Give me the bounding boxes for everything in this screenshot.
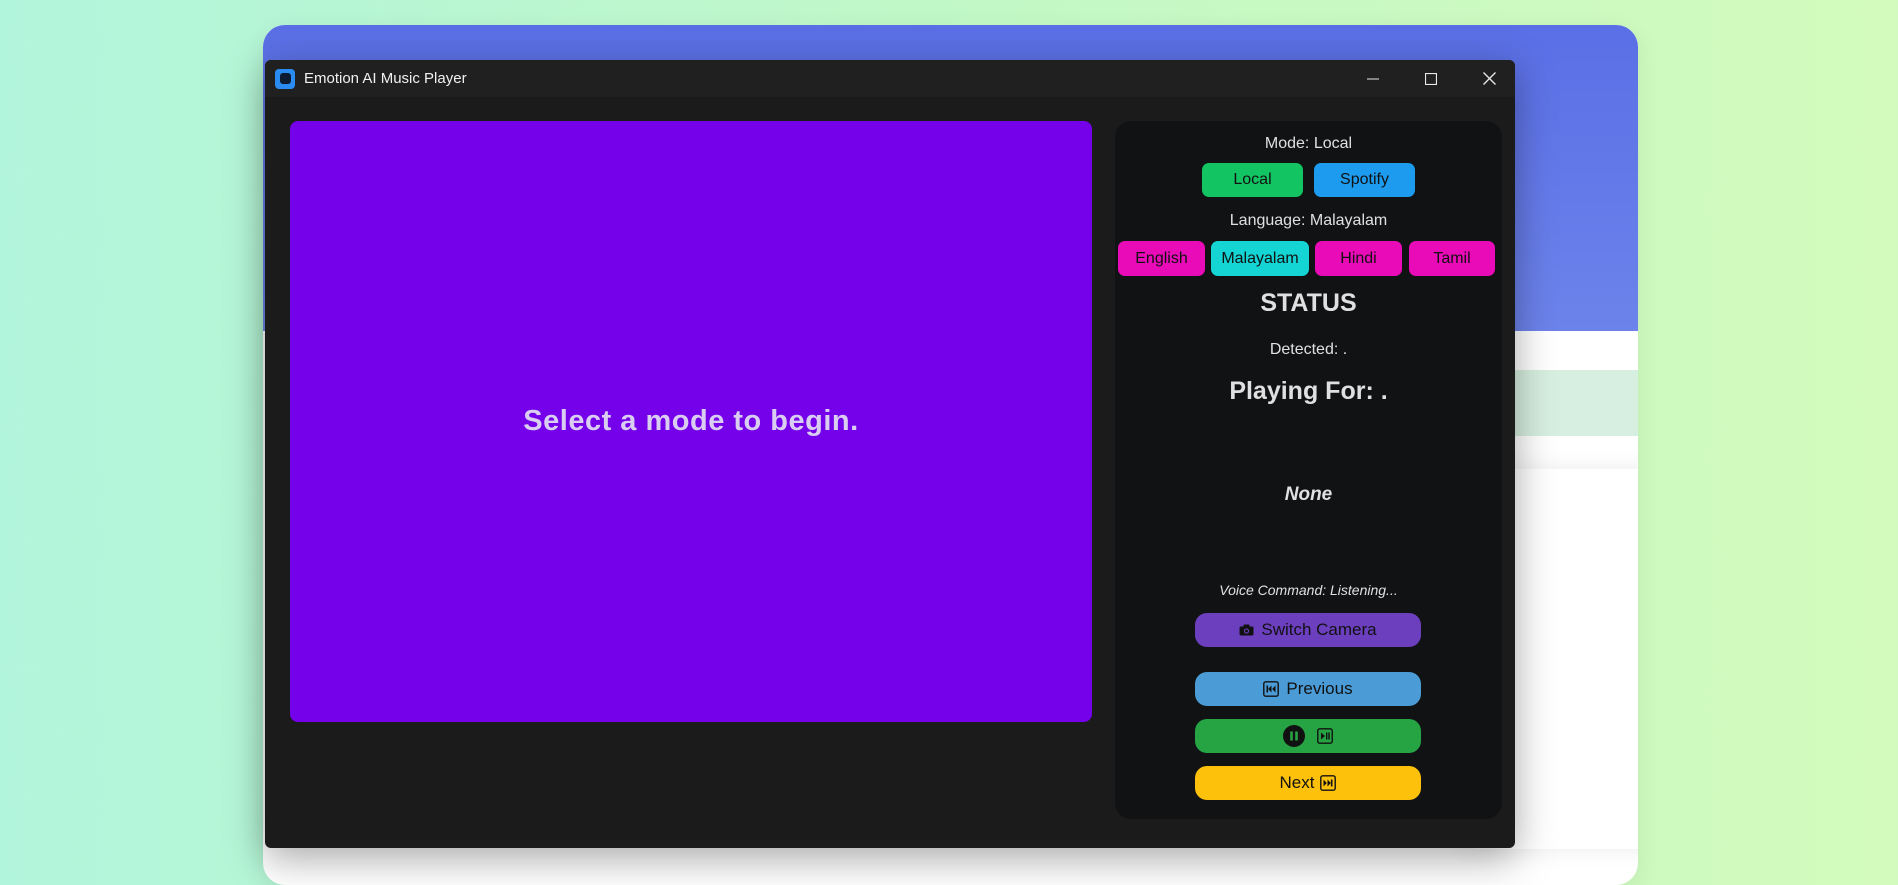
close-button[interactable] [1460,60,1515,97]
previous-button[interactable]: Previous [1195,672,1421,706]
local-mode-button[interactable]: Local [1202,163,1303,197]
video-feed: Select a mode to begin. [290,121,1092,722]
video-message: Select a mode to begin. [523,405,859,437]
language-button-english[interactable]: English [1118,241,1205,276]
skip-forward-icon [1320,775,1337,791]
window-title: Emotion AI Music Player [304,70,467,87]
detected-emotion: Detected: . [1269,341,1348,358]
maximize-button[interactable] [1402,60,1460,97]
minimize-icon [1367,78,1379,79]
mode-label: Mode: Local [1264,135,1353,152]
skip-back-icon [1263,681,1280,697]
language-label: Language: Malayalam [1229,212,1388,229]
spotify-mode-button[interactable]: Spotify [1314,163,1415,197]
pause-icon [1283,725,1305,747]
next-label: Next [1279,773,1315,792]
track-title: None [1284,484,1333,505]
language-button-tamil[interactable]: Tamil [1409,241,1495,276]
title-bar[interactable]: Emotion AI Music Player [265,60,1515,97]
play-pause-icon [1317,728,1333,744]
playing-for: Playing For: . [1229,377,1388,405]
status-heading: STATUS [1260,289,1357,317]
minimize-button[interactable] [1344,60,1402,97]
next-button[interactable]: Next [1195,766,1421,800]
app-window: Emotion AI Music Player Select a mode to… [265,60,1515,848]
maximize-icon [1425,72,1437,85]
switch-camera-label: Switch Camera [1261,620,1377,639]
close-icon [1482,72,1496,85]
voice-command-status: Voice Command: Listening... [1219,582,1398,598]
camera-icon [1239,624,1254,636]
play-pause-button[interactable] [1195,719,1421,753]
language-button-malayalam[interactable]: Malayalam [1211,241,1309,276]
previous-label: Previous [1286,679,1353,698]
language-button-hindi[interactable]: Hindi [1315,241,1402,276]
switch-camera-button[interactable]: Switch Camera [1195,613,1421,647]
control-panel: Mode: Local Local Spotify Language: Mala… [1115,121,1502,819]
app-icon [275,68,295,89]
